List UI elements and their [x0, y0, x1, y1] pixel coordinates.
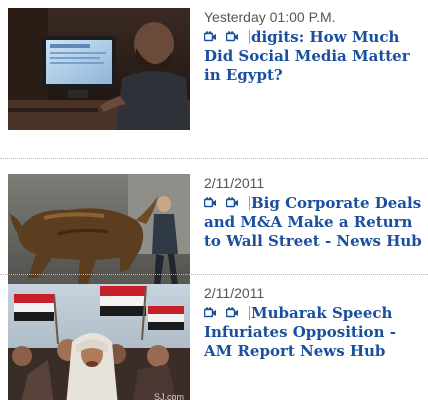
news-text: 2/11/2011 Big Corporate Deals and M&A Ma…	[204, 175, 422, 251]
news-date: 2/11/2011	[204, 285, 265, 301]
news-headline-link[interactable]: digits: How Much Did Social Media Matter…	[204, 28, 422, 85]
news-date: Yesterday 01:00 P.M.	[204, 9, 336, 25]
video-camera-icon	[204, 307, 224, 319]
video-camera-icon	[204, 197, 224, 209]
video-news-list: Yesterday 01:00 P.M. digits: How Much Di…	[0, 0, 428, 400]
news-text: 2/11/2011 Mubarak Speech Infuriates Oppo…	[204, 285, 422, 361]
separator-bar	[249, 306, 250, 320]
news-item: Yesterday 01:00 P.M. digits: How Much Di…	[0, 0, 428, 133]
news-date: 2/11/2011	[204, 175, 265, 191]
news-headline-link[interactable]: Mubarak Speech Infuriates Opposition - A…	[204, 304, 422, 361]
news-text: Yesterday 01:00 P.M. digits: How Much Di…	[204, 9, 422, 85]
news-thumbnail-computer-user[interactable]	[8, 8, 190, 130]
news-headline-link[interactable]: Big Corporate Deals and M&A Make a Retur…	[204, 194, 422, 251]
news-thumbnail-protest[interactable]: SJ.com	[8, 284, 190, 400]
video-camera-icon	[226, 197, 246, 209]
video-camera-icon	[226, 31, 246, 43]
item-divider	[0, 158, 428, 159]
separator-bar	[249, 30, 250, 44]
video-camera-icon	[226, 307, 246, 319]
video-camera-icon	[204, 31, 224, 43]
thumbnail-watermark: SJ.com	[153, 392, 184, 400]
item-divider	[0, 274, 428, 275]
news-item: SJ.com 2/11/2011 Mubarak Speech Infuriat…	[0, 276, 428, 400]
separator-bar	[249, 196, 250, 210]
